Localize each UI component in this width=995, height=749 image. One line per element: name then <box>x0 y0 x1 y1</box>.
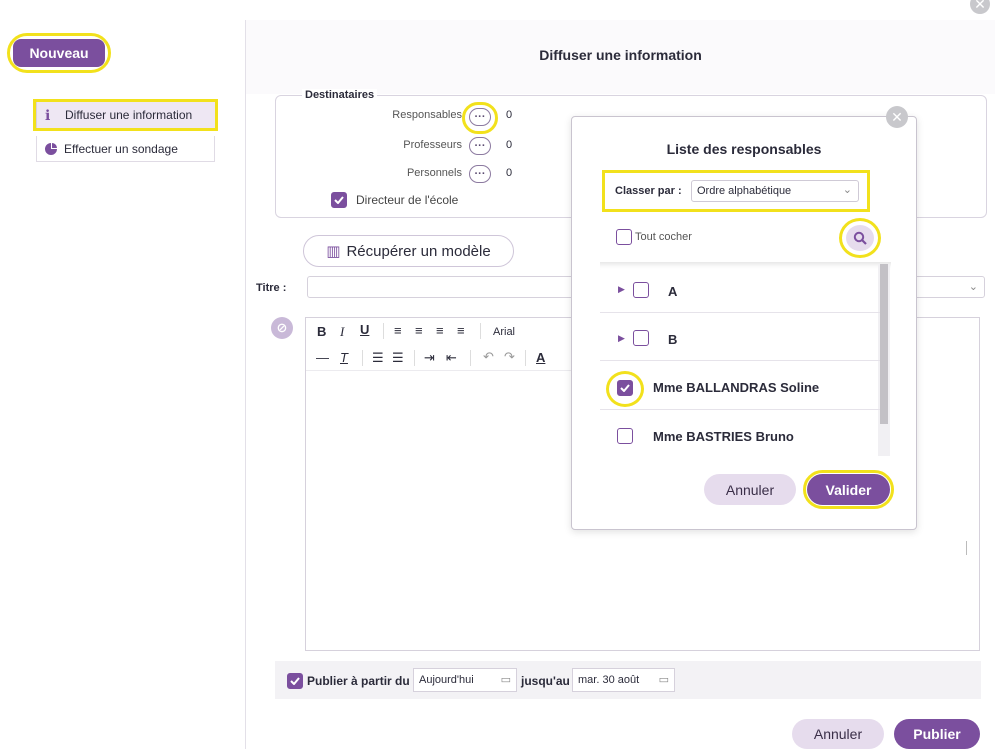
redo-icon[interactable]: ↷ <box>504 349 515 365</box>
align-justify-icon[interactable]: ≡ <box>457 323 465 338</box>
template-button[interactable]: ▥ Récupérer un modèle <box>303 235 514 267</box>
publish-from-value: Aujourd'hui <box>419 674 474 686</box>
group-checkbox[interactable] <box>633 330 649 346</box>
bastries-checkbox[interactable] <box>617 428 633 444</box>
publish-until-value: mar. 30 août <box>578 674 640 686</box>
person-label: Mme BALLANDRAS Soline <box>653 380 820 395</box>
toolbar-separator <box>525 350 526 366</box>
toolbar-separator <box>362 350 363 366</box>
books-icon: ▥ <box>326 243 341 260</box>
paperclip-icon: ⊘ <box>276 320 288 335</box>
template-button-label: Récupérer un modèle <box>346 242 491 260</box>
expand-arrow-icon[interactable]: ▶ <box>618 333 625 344</box>
outdent-icon[interactable]: ⇤ <box>446 350 457 366</box>
toolbar-separator <box>414 350 415 366</box>
page-title: Diffuser une information <box>539 47 702 63</box>
horizontal-rule-icon[interactable]: — <box>316 350 329 365</box>
publish-until-label: jusqu'au <box>521 674 570 688</box>
numbered-list-icon[interactable]: ☰ <box>392 350 404 366</box>
publish-from-label: Publier à partir du <box>307 674 410 688</box>
recipient-personnels-count: 0 <box>506 167 513 179</box>
toolbar-separator <box>383 323 384 339</box>
personnels-picker-button[interactable]: ··· <box>469 165 491 183</box>
sort-select[interactable]: Ordre alphabétique ⌄ <box>691 180 859 202</box>
attachment-button[interactable]: ⊘ <box>271 317 293 339</box>
undo-icon[interactable]: ↶ <box>483 349 494 365</box>
italic-icon[interactable]: I <box>340 324 344 340</box>
menu-item-label: Effectuer un sondage <box>64 141 178 156</box>
align-left-icon[interactable]: ≡ <box>394 323 402 338</box>
clear-format-icon[interactable]: T <box>340 350 348 365</box>
close-icon[interactable]: ✕ <box>970 0 990 14</box>
check-icon <box>620 384 630 392</box>
ballandras-checkbox[interactable] <box>617 380 633 396</box>
search-icon <box>853 231 867 245</box>
text-color-icon[interactable]: A <box>536 350 545 365</box>
menu-item-diffuser[interactable]: ℹ Diffuser une information <box>36 102 215 128</box>
check-icon <box>290 677 300 685</box>
recipient-responsables-count: 0 <box>506 109 513 121</box>
underline-icon[interactable]: U <box>360 322 369 337</box>
modal-title: Liste des responsables <box>666 141 822 157</box>
cancel-button[interactable]: Annuler <box>792 719 884 749</box>
director-label: Directeur de l'école <box>356 193 459 207</box>
new-button-highlight: Nouveau <box>7 33 111 73</box>
group-label: A <box>668 284 678 299</box>
recipient-professeurs-count: 0 <box>506 139 513 151</box>
check-icon <box>334 196 344 204</box>
recipient-personnels-label: Personnels <box>406 167 462 179</box>
editor-scrollbar[interactable] <box>966 541 967 555</box>
person-label: Mme BASTRIES Bruno <box>653 429 794 444</box>
font-select[interactable]: Arial <box>493 326 515 338</box>
responsables-picker-button[interactable]: ··· <box>469 108 491 126</box>
bullet-list-icon[interactable]: ☰ <box>372 350 384 366</box>
pie-chart-icon <box>45 142 57 155</box>
professeurs-picker-button[interactable]: ··· <box>469 137 491 155</box>
recipients-legend: Destinataires <box>302 89 378 101</box>
indent-icon[interactable]: ⇥ <box>424 350 435 366</box>
toolbar-separator <box>470 350 471 366</box>
director-checkbox[interactable] <box>331 192 347 208</box>
check-all-checkbox[interactable] <box>616 229 632 245</box>
modal-close-icon[interactable]: ✕ <box>886 106 908 128</box>
check-all-label: Tout cocher <box>635 231 692 243</box>
publish-button[interactable]: Publier <box>894 719 980 749</box>
menu-item-label: Diffuser une information <box>65 108 193 122</box>
panel-divider <box>245 20 246 749</box>
align-center-icon[interactable]: ≡ <box>415 323 423 338</box>
align-right-icon[interactable]: ≡ <box>436 323 444 338</box>
recipient-responsables-label: Responsables <box>392 109 462 121</box>
toolbar-separator <box>480 323 481 339</box>
group-checkbox[interactable] <box>633 282 649 298</box>
new-button[interactable]: Nouveau <box>13 39 105 67</box>
expand-arrow-icon[interactable]: ▶ <box>618 284 625 295</box>
bold-icon[interactable]: B <box>317 324 326 339</box>
sort-select-value: Ordre alphabétique <box>697 185 792 197</box>
list-scrollbar-thumb[interactable] <box>880 264 888 424</box>
recipient-professeurs-label: Professeurs <box>403 139 462 151</box>
publish-checkbox[interactable] <box>287 673 303 689</box>
publish-from-field[interactable]: Aujourd'hui ▭ <box>413 668 517 692</box>
calendar-icon: ▭ <box>500 674 511 686</box>
chevron-down-icon: ⌄ <box>968 281 978 293</box>
group-label: B <box>668 332 678 347</box>
sort-label: Classer par : <box>615 185 682 197</box>
info-icon: ℹ <box>45 106 51 123</box>
chevron-down-icon: ⌄ <box>842 184 852 196</box>
menu-item-sondage[interactable]: Effectuer un sondage <box>36 136 215 162</box>
publish-until-field[interactable]: mar. 30 août ▭ <box>572 668 675 692</box>
modal-validate-button[interactable]: Valider <box>807 474 890 505</box>
search-button[interactable] <box>846 225 874 251</box>
titre-label: Titre : <box>256 282 287 294</box>
modal-cancel-button[interactable]: Annuler <box>704 474 796 505</box>
calendar-icon: ▭ <box>658 674 669 686</box>
